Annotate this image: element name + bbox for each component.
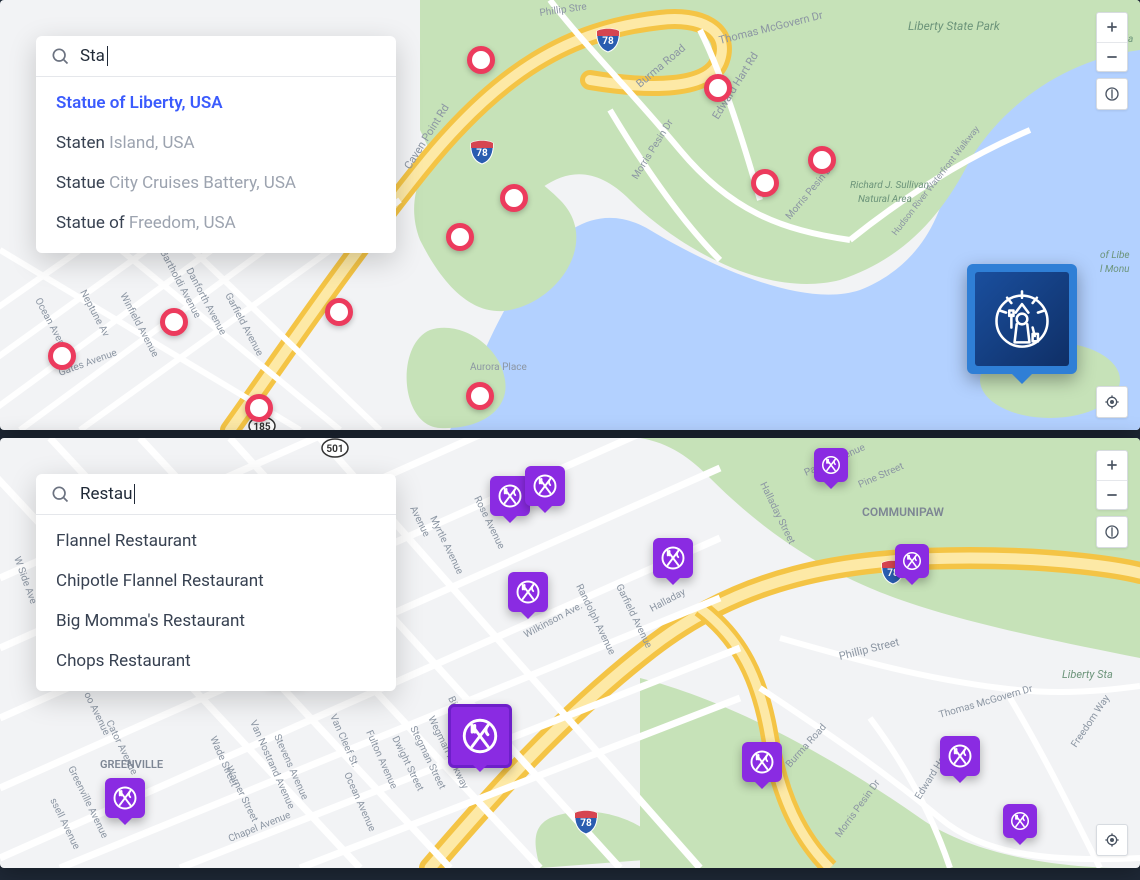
zoom-out-button[interactable] [1097,481,1127,510]
restaurant-marker[interactable] [653,538,693,578]
locate-button[interactable] [1096,386,1128,418]
zoom-in-button[interactable] [1097,451,1127,481]
zoom-out-button[interactable] [1097,43,1127,72]
svg-text:501: 501 [326,444,343,455]
suggestions-list: Flannel RestaurantChipotle Flannel Resta… [36,515,396,691]
search-box-top: Sta Statue of Liberty, USAStaten Island,… [36,36,396,253]
search-query[interactable]: Restau [80,484,132,504]
map-panel-bottom: Rose AvenueMyrtle AvenueAvenueRandolph A… [0,438,1140,868]
map-label: of Libe [1100,249,1130,261]
map-label: Richard J. Sullivan [850,180,929,191]
zoom-control [1096,12,1128,72]
compass-button[interactable] [1096,78,1128,110]
restaurant-marker[interactable] [940,736,980,776]
restaurant-icon [748,748,776,776]
text-cursor [107,46,108,66]
suggestions-list: Statue of Liberty, USAStaten Island, USA… [36,77,396,253]
suggestion-item[interactable]: Statue of Liberty, USA [36,83,396,123]
restaurant-marker[interactable] [508,572,548,612]
poi-marker[interactable] [467,46,495,74]
restaurant-icon [659,544,687,572]
map-controls [1096,12,1128,110]
suggestion-item[interactable]: Chipotle Flannel Restaurant [36,561,396,601]
svg-text:78: 78 [602,36,614,47]
svg-text:78: 78 [476,148,488,159]
restaurant-icon [514,578,542,606]
map-label: GREENVILLE [100,758,163,771]
map-panel-top: Caven Point RdBurma RoadThomas McGovern … [0,0,1140,430]
poi-marker[interactable] [808,146,836,174]
poi-marker[interactable] [751,169,779,197]
restaurant-marker[interactable] [525,466,565,506]
locate-button[interactable] [1096,824,1128,856]
statue-of-liberty-icon [988,285,1056,353]
restaurant-marker[interactable] [742,742,782,782]
map-label: Liberty Sta [1062,668,1113,681]
suggestion-item[interactable]: Big Momma's Restaurant [36,601,396,641]
restaurant-icon [531,472,559,500]
search-input-row[interactable]: Sta [36,36,396,77]
map-label: Natural Area [858,194,912,205]
poi-marker[interactable] [48,342,76,370]
poi-marker[interactable] [325,298,353,326]
search-box-bottom: Restau Flannel RestaurantChipotle Flanne… [36,474,396,691]
zoom-control [1096,450,1128,510]
restaurant-marker[interactable] [105,778,145,818]
map-label: Liberty State Park [908,19,1001,33]
restaurant-icon [946,742,974,770]
restaurant-icon [1009,810,1031,832]
search-icon [50,484,70,504]
search-input-row[interactable]: Restau [36,474,396,515]
restaurant-icon [901,550,923,572]
poi-marker[interactable] [500,184,528,212]
svg-text:185: 185 [253,422,270,430]
liberty-marker[interactable] [967,264,1077,374]
restaurant-icon [820,454,842,476]
suggestion-item[interactable]: Statue of Freedom, USA [36,203,396,243]
suggestion-item[interactable]: Statue City Cruises Battery, USA [36,163,396,203]
suggestion-item[interactable]: Chops Restaurant [36,641,396,681]
poi-marker[interactable] [704,74,732,102]
restaurant-marker[interactable] [1003,804,1037,838]
poi-marker[interactable] [160,308,188,336]
search-icon [50,46,70,66]
restaurant-marker[interactable] [448,704,512,768]
suggestion-item[interactable]: Flannel Restaurant [36,521,396,561]
poi-marker[interactable] [245,394,273,422]
text-cursor [134,484,135,504]
suggestion-item[interactable]: Staten Island, USA [36,123,396,163]
compass-button[interactable] [1096,516,1128,548]
poi-marker[interactable] [466,382,494,410]
map-controls [1096,450,1128,548]
restaurant-marker[interactable] [895,544,929,578]
map-label: Aurora Place [470,362,527,373]
map-label: COMMUNIPAW [862,505,944,519]
restaurant-icon [111,784,139,812]
svg-text:78: 78 [580,818,592,829]
restaurant-icon [496,482,524,510]
restaurant-marker[interactable] [814,448,848,482]
restaurant-marker[interactable] [490,476,530,516]
restaurant-icon [459,715,501,757]
highway-shield: 501 [322,439,348,457]
map-label: l Monu [1100,264,1130,275]
poi-marker[interactable] [446,223,474,251]
search-query[interactable]: Sta [80,46,105,66]
zoom-in-button[interactable] [1097,13,1127,43]
